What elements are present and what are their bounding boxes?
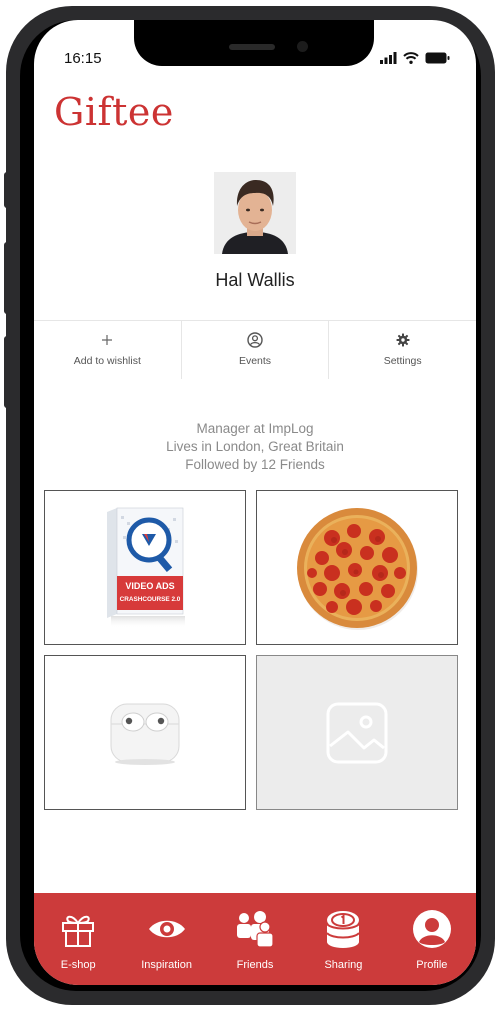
coin-stack-icon <box>324 909 362 949</box>
tab-inspiration[interactable]: Inspiration <box>122 893 210 985</box>
gift-icon <box>60 909 96 949</box>
speaker <box>229 44 275 50</box>
tab-sharing[interactable]: Sharing <box>299 893 387 985</box>
profile-icon <box>412 909 452 949</box>
avatar[interactable] <box>214 172 296 254</box>
events-button[interactable]: Events <box>182 321 330 379</box>
wishlist-item-pizza[interactable] <box>256 490 458 645</box>
plus-icon <box>101 331 113 349</box>
tab-e-shop[interactable]: E-shop <box>34 893 122 985</box>
tab-friends-label: Friends <box>236 959 274 971</box>
pizza-image <box>297 507 418 630</box>
wishlist-item-airpods[interactable] <box>44 655 246 810</box>
status-time: 16:15 <box>64 50 102 67</box>
course-box-subtitle: CRASHCOURSE 2.0 <box>120 596 181 603</box>
user-circle-icon <box>247 331 263 349</box>
wishlist-item-placeholder[interactable] <box>256 655 458 810</box>
course-box-title: VIDEO ADS <box>125 581 174 591</box>
profile-bio: Manager at ImpLog Lives in London, Great… <box>34 420 476 474</box>
wifi-icon <box>403 52 419 64</box>
bio-location: Lives in London, Great Britain <box>166 439 344 454</box>
front-camera <box>297 41 308 52</box>
tab-sharing-label: Sharing <box>324 959 363 971</box>
airpods-image <box>110 703 180 765</box>
eye-icon <box>147 909 187 949</box>
tab-profile-label: Profile <box>416 959 448 971</box>
settings-label: Settings <box>383 355 422 367</box>
tab-inspiration-label: Inspiration <box>141 959 192 971</box>
group-icon <box>234 909 276 949</box>
tab-e-shop-label: E-shop <box>60 959 96 971</box>
action-bar: Add to wishlist Events Settings <box>34 320 476 379</box>
volume-down-button <box>4 336 10 408</box>
bio-followers: Followed by 12 Friends <box>185 457 325 472</box>
tab-friends[interactable]: Friends <box>211 893 299 985</box>
events-label: Events <box>238 355 272 367</box>
app-screen: 16:15 Giftee Hal Wallis Add to wishlist … <box>34 20 476 985</box>
image-placeholder-icon <box>326 702 388 763</box>
status-icons <box>380 52 450 64</box>
silent-switch <box>4 172 10 208</box>
settings-button[interactable]: Settings <box>329 321 476 379</box>
user-name: Hal Wallis <box>215 270 295 290</box>
signal-icon <box>380 52 397 64</box>
volume-up-button <box>4 242 10 314</box>
battery-icon <box>425 52 450 64</box>
bottom-tab-bar: E-shop Inspiration Friends Sharing Profi… <box>34 893 476 985</box>
course-box-image: VIDEO ADS CRASHCOURSE 2.0 <box>107 507 185 628</box>
tab-profile[interactable]: Profile <box>388 893 476 985</box>
notch <box>134 20 374 66</box>
avatar-photo <box>214 172 296 254</box>
app-logo: Giftee <box>54 90 174 134</box>
add-to-wishlist-label: Add to wishlist <box>73 355 141 367</box>
add-to-wishlist-button[interactable]: Add to wishlist <box>34 321 182 379</box>
wishlist-item-video-ads-course[interactable]: VIDEO ADS CRASHCOURSE 2.0 <box>44 490 246 645</box>
bio-job: Manager at ImpLog <box>196 421 314 436</box>
gear-icon <box>396 331 410 349</box>
